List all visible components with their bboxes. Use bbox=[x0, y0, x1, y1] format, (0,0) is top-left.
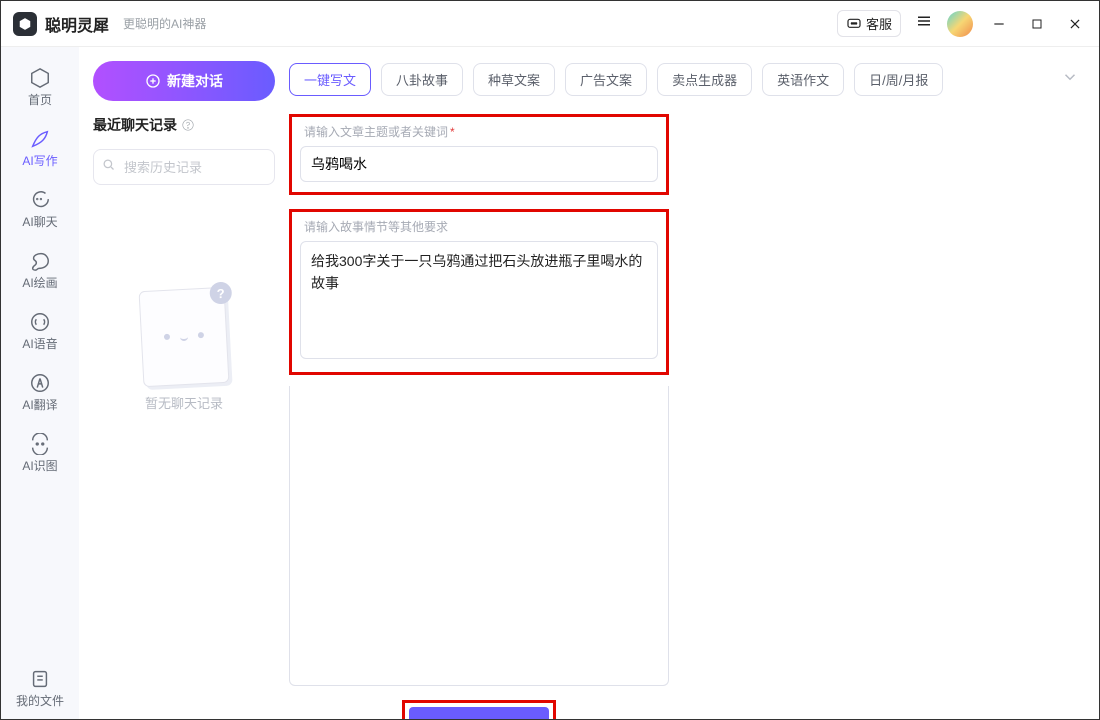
sidebar-item-translate[interactable]: AI翻译 bbox=[1, 362, 79, 423]
topic-label: 请输入文章主题或者关键词* bbox=[304, 123, 658, 140]
generate-button[interactable]: 开始生成 bbox=[409, 707, 549, 719]
recent-history-title: 最近聊天记录 bbox=[93, 115, 275, 135]
empty-history: ? 暂无聊天记录 bbox=[93, 289, 275, 412]
topic-field-group: 请输入文章主题或者关键词* bbox=[289, 114, 669, 195]
category-pill[interactable]: 广告文案 bbox=[565, 63, 647, 96]
sidebar-item-label: AI聊天 bbox=[22, 213, 57, 230]
window-close-button[interactable] bbox=[1063, 17, 1087, 31]
sidebar-item-chat[interactable]: AI聊天 bbox=[1, 179, 79, 240]
sidebar: 首页 AI写作 AI聊天 AI绘画 AI语音 AI翻译 bbox=[1, 47, 79, 719]
empty-text: 暂无聊天记录 bbox=[145, 393, 223, 412]
sidebar-item-label: AI绘画 bbox=[22, 274, 57, 291]
search-icon bbox=[101, 157, 116, 177]
generate-button-highlight: 开始生成 bbox=[402, 700, 556, 719]
history-column: 新建对话 最近聊天记录 ? 暂无聊天记录 bbox=[79, 47, 289, 719]
app-tagline: 更聪明的AI神器 bbox=[123, 15, 206, 32]
sidebar-item-label: AI语音 bbox=[22, 335, 57, 352]
support-label: 客服 bbox=[866, 14, 892, 33]
menu-button[interactable] bbox=[915, 12, 933, 35]
history-search-input[interactable] bbox=[93, 149, 275, 185]
sidebar-item-label: AI翻译 bbox=[22, 396, 57, 413]
sidebar-item-image[interactable]: AI识图 bbox=[1, 423, 79, 484]
sidebar-item-label: 首页 bbox=[28, 91, 52, 108]
app-name: 聪明灵犀 bbox=[45, 12, 109, 36]
category-pill[interactable]: 种草文案 bbox=[473, 63, 555, 96]
new-chat-label: 新建对话 bbox=[167, 71, 223, 91]
category-pill[interactable]: 卖点生成器 bbox=[657, 63, 752, 96]
category-pill[interactable]: 八卦故事 bbox=[381, 63, 463, 96]
help-icon bbox=[181, 118, 195, 132]
detail-field-group: 请输入故事情节等其他要求 bbox=[289, 209, 669, 375]
sidebar-item-home[interactable]: 首页 bbox=[1, 57, 79, 118]
window-maximize-button[interactable] bbox=[1025, 18, 1049, 30]
category-pill[interactable]: 一键写文 bbox=[289, 63, 371, 96]
sidebar-item-voice[interactable]: AI语音 bbox=[1, 301, 79, 362]
sidebar-item-label: AI识图 bbox=[22, 457, 57, 474]
expand-toggle[interactable] bbox=[1061, 68, 1079, 91]
avatar[interactable] bbox=[947, 11, 973, 37]
titlebar: 聪明灵犀 更聪明的AI神器 客服 bbox=[1, 1, 1099, 47]
topic-input[interactable] bbox=[300, 146, 658, 182]
empty-illustration: ? bbox=[139, 287, 230, 387]
window-minimize-button[interactable] bbox=[987, 17, 1011, 31]
sidebar-item-myfiles[interactable]: 我的文件 bbox=[1, 658, 79, 719]
detail-textarea[interactable] bbox=[300, 241, 658, 359]
textarea-extended-body[interactable] bbox=[289, 386, 669, 686]
support-button[interactable]: 客服 bbox=[837, 10, 901, 37]
category-row: 一键写文 八卦故事 种草文案 广告文案 卖点生成器 英语作文 日/周/月报 bbox=[289, 63, 1079, 96]
history-search[interactable] bbox=[93, 149, 275, 185]
sidebar-item-label: AI写作 bbox=[22, 152, 57, 169]
detail-label: 请输入故事情节等其他要求 bbox=[304, 218, 658, 235]
sidebar-item-draw[interactable]: AI绘画 bbox=[1, 240, 79, 301]
new-chat-button[interactable]: 新建对话 bbox=[93, 61, 275, 101]
sidebar-item-writing[interactable]: AI写作 bbox=[1, 118, 79, 179]
app-logo-icon bbox=[13, 12, 37, 36]
sidebar-item-label: 我的文件 bbox=[16, 692, 64, 709]
category-pill[interactable]: 日/周/月报 bbox=[854, 63, 943, 96]
category-pill[interactable]: 英语作文 bbox=[762, 63, 844, 96]
main-panel: 一键写文 八卦故事 种草文案 广告文案 卖点生成器 英语作文 日/周/月报 请输… bbox=[289, 47, 1099, 719]
